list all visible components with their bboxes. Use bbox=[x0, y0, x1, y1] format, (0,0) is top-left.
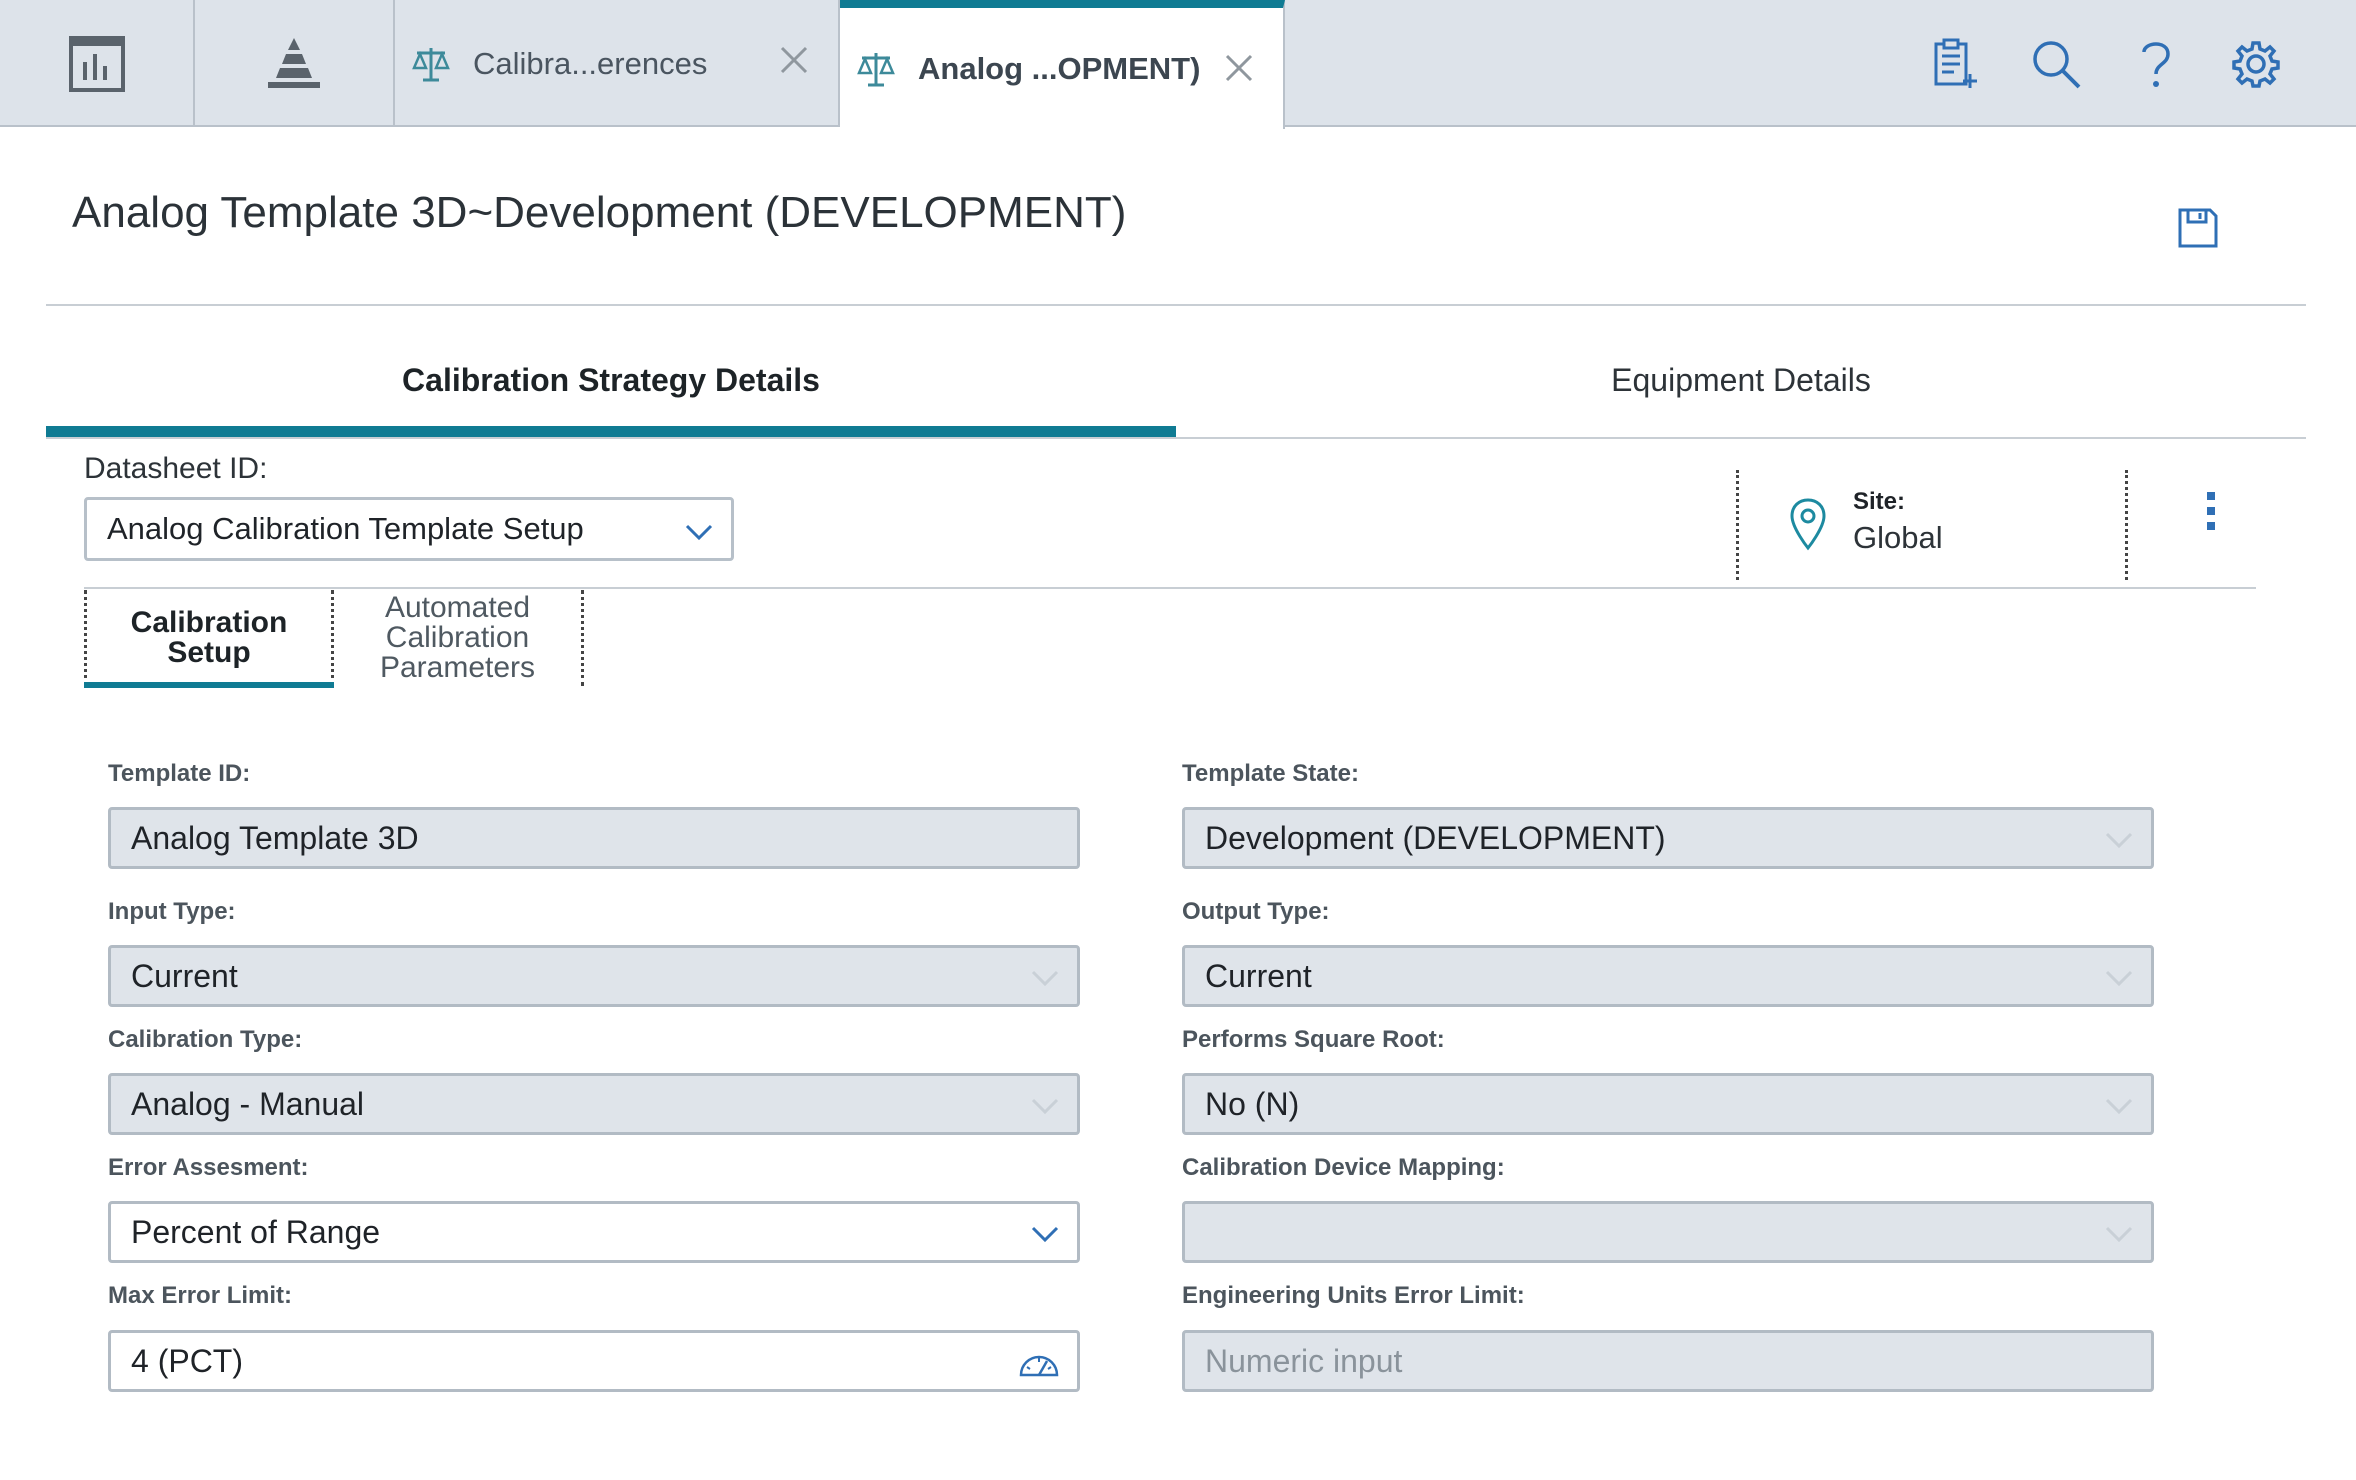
tab-calibration-strategy-details[interactable]: Calibration Strategy Details bbox=[46, 340, 1176, 420]
subtab-automated-calibration-parameters[interactable]: Automated Calibration Parameters bbox=[334, 590, 584, 686]
tab-underline bbox=[46, 437, 2306, 439]
chevron-down-icon bbox=[1031, 970, 1059, 987]
max-error-limit-field[interactable]: 4 (PCT) bbox=[108, 1330, 1080, 1392]
engineering-units-error-limit-placeholder: Numeric input bbox=[1205, 1342, 1403, 1379]
page-title: Analog Template 3D~Development (DEVELOPM… bbox=[72, 188, 1127, 237]
bar-chart-icon bbox=[68, 35, 125, 92]
search-button[interactable] bbox=[2028, 36, 2084, 92]
tab-analog-template[interactable]: Analog ...OPMENT) bbox=[840, 0, 1285, 129]
calibration-device-mapping-select[interactable] bbox=[1182, 1201, 2154, 1263]
chevron-down-icon bbox=[2105, 970, 2133, 987]
template-id-label: Template ID: bbox=[108, 760, 251, 787]
datasheet-id-select[interactable]: Analog Calibration Template Setup bbox=[84, 497, 734, 561]
template-state-label: Template State: bbox=[1182, 760, 1359, 787]
tab-label: Analog ...OPMENT) bbox=[918, 50, 1201, 86]
subtab-calibration-setup[interactable]: Calibration Setup bbox=[84, 590, 334, 686]
template-state-value: Development (DEVELOPMENT) bbox=[1205, 819, 1666, 856]
calibration-device-mapping-label: Calibration Device Mapping: bbox=[1182, 1154, 1505, 1181]
calibration-type-select[interactable]: Analog - Manual bbox=[108, 1073, 1080, 1135]
scale-icon bbox=[409, 42, 453, 86]
calibration-type-value: Analog - Manual bbox=[131, 1085, 365, 1122]
performs-square-root-label: Performs Square Root: bbox=[1182, 1026, 1445, 1053]
active-tab-indicator bbox=[46, 426, 1176, 437]
chevron-down-icon bbox=[2105, 1226, 2133, 1243]
site-label: Site: bbox=[1853, 488, 1906, 515]
active-subtab-indicator bbox=[84, 682, 334, 688]
close-icon[interactable] bbox=[776, 42, 812, 78]
engineering-units-error-limit-label: Engineering Units Error Limit: bbox=[1182, 1282, 1525, 1309]
hierarchy-button[interactable] bbox=[195, 0, 395, 127]
divider bbox=[84, 587, 2256, 589]
input-type-select[interactable]: Current bbox=[108, 945, 1080, 1007]
dashboard-button[interactable] bbox=[0, 0, 195, 127]
max-error-limit-label: Max Error Limit: bbox=[108, 1282, 293, 1309]
site-indicator: Site: Global bbox=[1736, 470, 2128, 580]
performs-square-root-value: No (N) bbox=[1205, 1085, 1300, 1122]
gauge-icon[interactable] bbox=[1017, 1345, 1061, 1379]
error-assessment-label: Error Assesment: bbox=[108, 1154, 309, 1181]
location-pin-icon bbox=[1790, 498, 1826, 551]
help-button[interactable] bbox=[2128, 36, 2184, 92]
calibration-type-label: Calibration Type: bbox=[108, 1026, 303, 1053]
template-id-value: Analog Template 3D bbox=[131, 819, 419, 856]
engineering-units-error-limit-field[interactable]: Numeric input bbox=[1182, 1330, 2154, 1392]
site-value: Global bbox=[1853, 520, 1943, 555]
datasheet-id-value: Analog Calibration Template Setup bbox=[107, 511, 584, 546]
gear-icon bbox=[2232, 41, 2280, 88]
input-type-value: Current bbox=[131, 957, 238, 994]
new-record-button[interactable] bbox=[1928, 36, 1984, 92]
scale-icon bbox=[854, 47, 898, 91]
chevron-down-icon bbox=[1031, 1226, 1059, 1243]
tab-calibration-references[interactable]: Calibra...erences bbox=[395, 0, 840, 127]
error-assessment-select[interactable]: Percent of Range bbox=[108, 1201, 1080, 1263]
settings-button[interactable] bbox=[2228, 36, 2284, 92]
template-id-field[interactable]: Analog Template 3D bbox=[108, 807, 1080, 869]
pyramid-icon bbox=[268, 37, 320, 88]
more-options-icon[interactable] bbox=[2196, 488, 2226, 534]
max-error-limit-value: 4 (PCT) bbox=[131, 1342, 243, 1379]
help-icon bbox=[2142, 42, 2170, 87]
performs-square-root-select[interactable]: No (N) bbox=[1182, 1073, 2154, 1135]
tab-equipment-details[interactable]: Equipment Details bbox=[1176, 340, 2306, 420]
template-state-select[interactable]: Development (DEVELOPMENT) bbox=[1182, 807, 2154, 869]
search-icon bbox=[2033, 41, 2081, 89]
save-icon[interactable] bbox=[2176, 206, 2220, 250]
chevron-down-icon bbox=[1031, 1098, 1059, 1115]
output-type-select[interactable]: Current bbox=[1182, 945, 2154, 1007]
input-type-label: Input Type: bbox=[108, 898, 236, 925]
output-type-value: Current bbox=[1205, 957, 1312, 994]
error-assessment-value: Percent of Range bbox=[131, 1213, 381, 1250]
output-type-label: Output Type: bbox=[1182, 898, 1330, 925]
close-icon[interactable] bbox=[1221, 50, 1257, 86]
tab-label: Calibra...erences bbox=[473, 45, 708, 81]
chevron-down-icon bbox=[2105, 832, 2133, 849]
chevron-down-icon bbox=[685, 524, 713, 541]
clipboard-add-icon bbox=[1934, 38, 1977, 88]
chevron-down-icon bbox=[2105, 1098, 2133, 1115]
divider bbox=[46, 304, 2306, 306]
datasheet-id-label: Datasheet ID: bbox=[84, 452, 268, 485]
top-tab-bar: Calibra...erences Analog ...OPMENT) bbox=[0, 0, 2356, 129]
